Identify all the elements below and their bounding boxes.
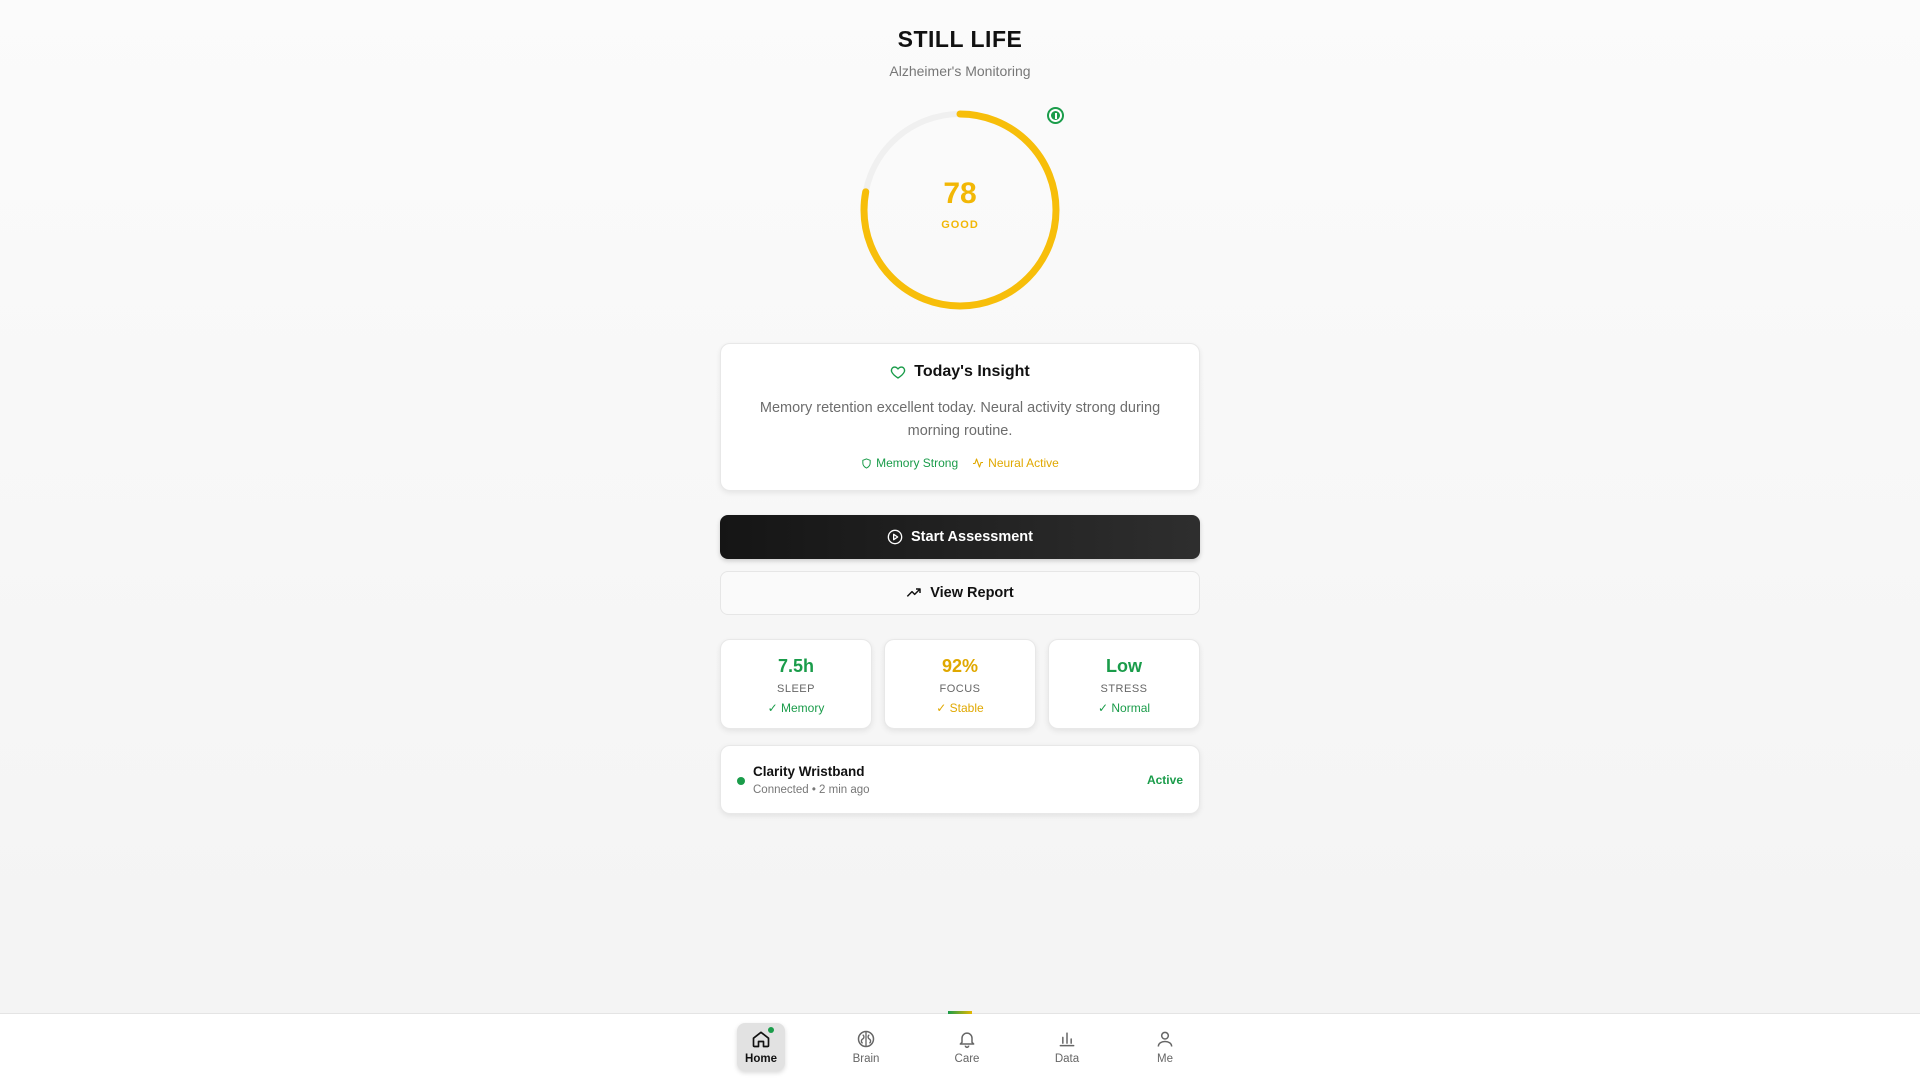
stat-label: FOCUS <box>939 683 981 695</box>
stat-label: SLEEP <box>777 683 815 695</box>
insight-tags: Memory Strong Neural Active <box>721 456 1199 470</box>
nav-item-data[interactable]: Data <box>1043 1023 1091 1071</box>
nav-label: Brain <box>852 1053 880 1065</box>
view-report-button[interactable]: View Report <box>720 571 1200 615</box>
device-connection-status: Connected • 2 min ago <box>753 784 870 796</box>
app-subtitle: Alzheimer's Monitoring <box>889 63 1031 79</box>
device-name: Clarity Wristband <box>753 764 865 779</box>
nav-indicator <box>948 1011 972 1014</box>
connection-dot-icon <box>737 777 745 785</box>
activity-icon <box>973 458 984 468</box>
app-title: STILL LIFE <box>897 26 1023 52</box>
nav-item-home[interactable]: Home <box>737 1023 785 1071</box>
stat-card-focus[interactable]: 92% FOCUS ✓ Stable <box>884 639 1036 729</box>
stat-label: STRESS <box>1100 683 1148 695</box>
start-assessment-label: Start Assessment <box>911 529 1033 545</box>
nav-item-me[interactable]: Me <box>1141 1023 1189 1071</box>
nav-label: Home <box>745 1053 777 1065</box>
gauge-center: 78 GOOD <box>860 110 1060 310</box>
device-card[interactable]: Clarity Wristband Connected • 2 min ago … <box>720 745 1200 814</box>
live-status-icon[interactable] <box>1047 107 1064 124</box>
heart-icon <box>890 366 906 379</box>
score-gauge[interactable]: 78 GOOD <box>860 110 1060 310</box>
stat-card-stress[interactable]: Low STRESS ✓ Normal <box>1048 639 1200 729</box>
insight-title: Today's Insight <box>914 363 1030 380</box>
tag-label: Memory Strong <box>876 456 959 470</box>
brain-icon <box>857 1030 875 1048</box>
device-status-badge: Active <box>1146 773 1183 787</box>
score-label: GOOD <box>941 219 979 231</box>
stat-value: Low <box>1106 656 1142 676</box>
tag-neural-active: Neural Active <box>972 456 1059 470</box>
stat-note: ✓ Stable <box>936 701 984 715</box>
insight-header: Today's Insight <box>721 363 1199 381</box>
bell-icon <box>959 1032 975 1049</box>
nav-label: Data <box>1054 1053 1080 1065</box>
start-assessment-button[interactable]: Start Assessment <box>720 515 1200 559</box>
insight-text: Memory retention excellent today. Neural… <box>759 400 1161 439</box>
view-report-label: View Report <box>930 585 1014 601</box>
bottom-nav: Home Brain Care Data Me <box>0 1011 1920 1080</box>
insight-card: Today's Insight Memory retention excelle… <box>720 343 1200 491</box>
stat-note: ✓ Memory <box>767 701 825 715</box>
score-value: 78 <box>943 177 977 210</box>
stat-value: 7.5h <box>777 656 815 676</box>
stat-note: ✓ Normal <box>1097 701 1151 715</box>
stat-value: 92% <box>941 656 979 676</box>
nav-label: Me <box>1157 1053 1173 1065</box>
trending-up-icon <box>907 588 921 597</box>
tag-label: Neural Active <box>988 456 1059 470</box>
app-root: STILL LIFE Alzheimer's Monitoring 78 GOO… <box>0 0 1920 1080</box>
nav-item-brain[interactable]: Brain <box>842 1023 890 1071</box>
header: STILL LIFE Alzheimer's Monitoring <box>0 26 1920 79</box>
notification-dot-icon <box>768 1027 774 1033</box>
stat-card-sleep[interactable]: 7.5h SLEEP ✓ Memory <box>720 639 872 729</box>
user-icon <box>1157 1031 1173 1047</box>
bar-chart-icon <box>1059 1032 1075 1047</box>
play-circle-icon <box>887 529 903 545</box>
shield-icon <box>862 457 871 469</box>
nav-item-care[interactable]: Care <box>943 1023 991 1071</box>
nav-label: Care <box>954 1053 980 1065</box>
tag-memory-strong: Memory Strong <box>861 456 958 470</box>
